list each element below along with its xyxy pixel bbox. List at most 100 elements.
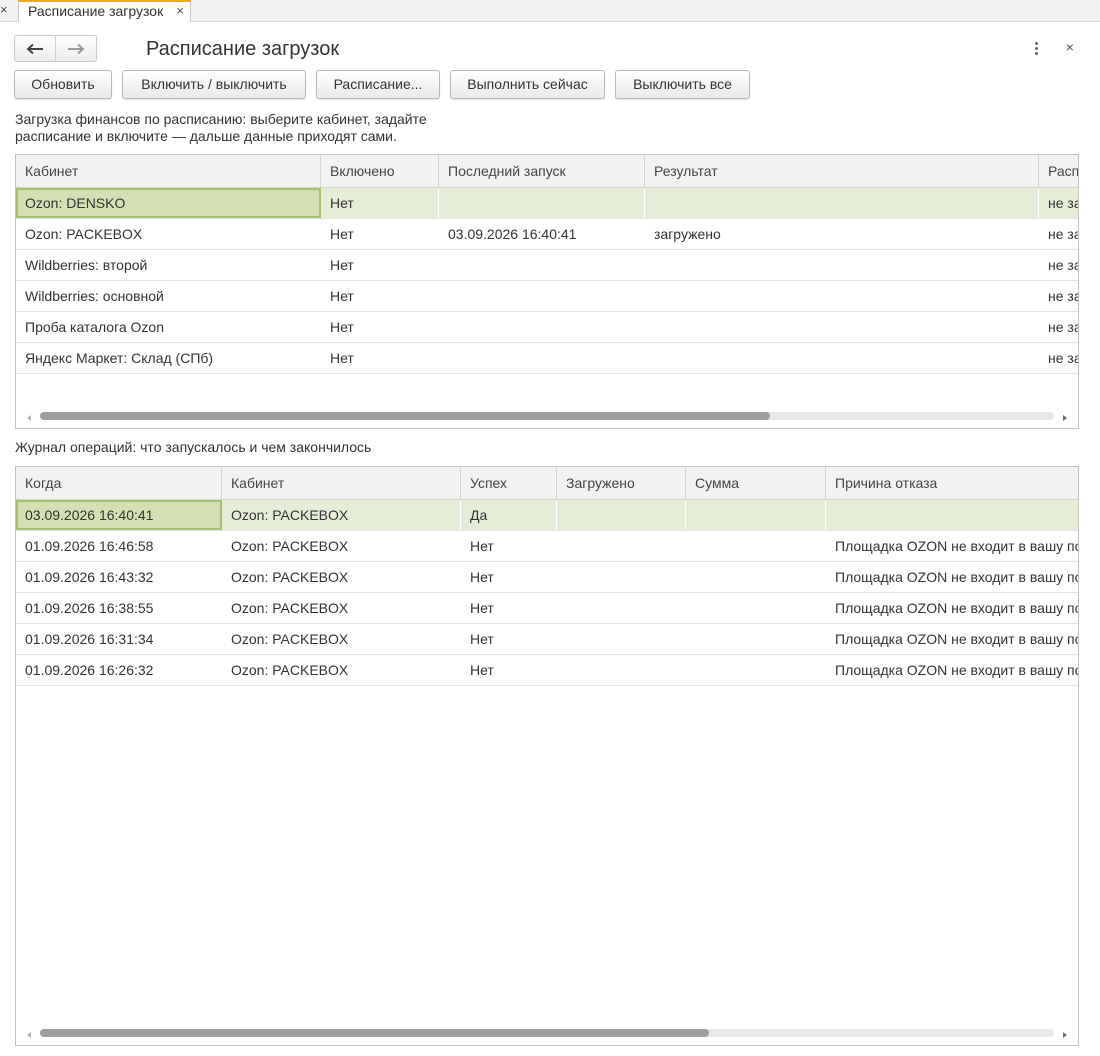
tab-close-icon[interactable]: × — [176, 2, 184, 20]
more-vertical-icon[interactable] — [1030, 38, 1042, 58]
cell-when[interactable]: 01.09.2026 16:38:55 — [16, 593, 222, 623]
cell-enabled[interactable]: Нет — [321, 312, 439, 342]
table-row[interactable]: Wildberries: основнойНет не задано — [16, 281, 1078, 312]
cell-cabinet[interactable]: Ozon: PACKEBOX — [222, 593, 461, 623]
cell-result[interactable] — [645, 312, 1039, 342]
cell-failure-reason[interactable]: Площадка OZON не входит в вашу подписку — [826, 593, 1078, 623]
column-header-enabled[interactable]: Включено — [321, 155, 439, 187]
cell-amount[interactable] — [686, 655, 826, 685]
cell-enabled[interactable]: Нет — [321, 281, 439, 311]
scrollbar-track[interactable] — [40, 1029, 1054, 1037]
cell-failure-reason[interactable]: Площадка OZON не входит в вашу подписку — [826, 655, 1078, 685]
table-row[interactable]: Wildberries: второйНет не задано — [16, 250, 1078, 281]
close-icon[interactable]: × — [0, 0, 10, 21]
schedule-button[interactable]: Расписание... — [316, 70, 440, 99]
cell-success[interactable]: Нет — [461, 655, 557, 685]
column-header-cabinet[interactable]: Кабинет — [16, 155, 321, 187]
cell-failure-reason[interactable]: Площадка OZON не входит в вашу подписку — [826, 562, 1078, 592]
cell-result[interactable] — [645, 250, 1039, 280]
cell-when[interactable]: 01.09.2026 16:26:32 — [16, 655, 222, 685]
cell-result[interactable] — [645, 343, 1039, 373]
refresh-button[interactable]: Обновить — [14, 70, 112, 99]
cell-cabinet[interactable]: Wildberries: основной — [16, 281, 321, 311]
cell-cabinet[interactable]: Ozon: PACKEBOX — [222, 531, 461, 561]
scroll-left-icon[interactable] — [27, 1032, 31, 1038]
disable-all-button[interactable]: Выключить все — [615, 70, 750, 99]
cell-cabinet[interactable]: Ozon: PACKEBOX — [222, 562, 461, 592]
cell-when[interactable]: 01.09.2026 16:46:58 — [16, 531, 222, 561]
cell-amount[interactable] — [686, 593, 826, 623]
column-header-last-run[interactable]: Последний запуск — [439, 155, 645, 187]
cell-schedule[interactable]: не задано — [1039, 250, 1078, 280]
table-row[interactable]: Ozon: DENSKOНет не задано — [16, 188, 1078, 219]
cell-schedule[interactable]: не задано — [1039, 281, 1078, 311]
column-header-schedule[interactable]: Расписание — [1039, 155, 1078, 187]
cell-result[interactable] — [645, 188, 1039, 218]
cell-amount[interactable] — [686, 562, 826, 592]
cell-enabled[interactable]: Нет — [321, 219, 439, 249]
toggle-button[interactable]: Включить / выключить — [122, 70, 306, 99]
cell-enabled[interactable]: Нет — [321, 188, 439, 218]
cell-failure-reason[interactable] — [826, 500, 1078, 530]
cell-last-run[interactable] — [439, 250, 645, 280]
cell-success[interactable]: Да — [461, 500, 557, 530]
back-button[interactable] — [15, 36, 55, 61]
column-header-failure-reason[interactable]: Причина отказа — [826, 467, 1078, 499]
table-row[interactable]: 01.09.2026 16:43:32 Ozon: PACKEBOX Нет Площ… — [16, 562, 1078, 593]
table-row[interactable]: 03.09.2026 16:40:41 Ozon: PACKEBOX Да — [16, 500, 1078, 531]
cell-result[interactable]: загружено — [645, 219, 1039, 249]
cell-cabinet[interactable]: Ozon: PACKEBOX — [16, 219, 321, 249]
cell-when[interactable]: 03.09.2026 16:40:41 — [16, 500, 222, 530]
column-header-success[interactable]: Успех — [461, 467, 557, 499]
cell-cabinet[interactable]: Ozon: PACKEBOX — [222, 624, 461, 654]
cell-last-run[interactable]: 03.09.2026 16:40:41 — [439, 219, 645, 249]
scrollbar-thumb[interactable] — [40, 412, 771, 420]
cell-last-run[interactable] — [439, 188, 645, 218]
horizontal-scrollbar[interactable] — [16, 1027, 1078, 1045]
column-header-loaded[interactable]: Загружено — [557, 467, 686, 499]
table-row[interactable]: Проба каталога OzonНет не задано — [16, 312, 1078, 343]
table-row[interactable]: Ozon: PACKEBOX Нет 03.09.2026 16:40:41 загр… — [16, 219, 1078, 250]
cell-failure-reason[interactable]: Площадка OZON не входит в вашу подписку — [826, 531, 1078, 561]
cell-success[interactable]: Нет — [461, 562, 557, 592]
cell-schedule[interactable]: не задано — [1039, 188, 1078, 218]
table-row[interactable]: Яндекс Маркет: Склад (СПб)Нет не задано — [16, 343, 1078, 374]
cell-loaded[interactable] — [557, 624, 686, 654]
cell-loaded[interactable] — [557, 531, 686, 561]
scrollbar-track[interactable] — [40, 412, 1054, 420]
cell-last-run[interactable] — [439, 281, 645, 311]
tab-schedule[interactable]: Расписание загрузок × — [18, 0, 191, 22]
scrollbar-thumb[interactable] — [40, 1029, 710, 1037]
forward-button[interactable] — [55, 36, 96, 61]
table-row[interactable]: 01.09.2026 16:31:34 Ozon: PACKEBOX Нет Площ… — [16, 624, 1078, 655]
scroll-left-icon[interactable] — [27, 415, 31, 421]
cell-cabinet[interactable]: Проба каталога Ozon — [16, 312, 321, 342]
cell-cabinet[interactable]: Яндекс Маркет: Склад (СПб) — [16, 343, 321, 373]
cell-cabinet[interactable]: Ozon: PACKEBOX — [222, 500, 461, 530]
cell-schedule[interactable]: не задано — [1039, 219, 1078, 249]
cell-amount[interactable] — [686, 624, 826, 654]
cell-result[interactable] — [645, 281, 1039, 311]
cell-cabinet[interactable]: Ozon: PACKEBOX — [222, 655, 461, 685]
cell-loaded[interactable] — [557, 500, 686, 530]
column-header-when[interactable]: Когда — [16, 467, 222, 499]
column-header-result[interactable]: Результат — [645, 155, 1039, 187]
cell-cabinet[interactable]: Ozon: DENSKO — [16, 188, 321, 218]
table-row[interactable]: 01.09.2026 16:46:58 Ozon: PACKEBOX Нет Площ… — [16, 531, 1078, 562]
cell-schedule[interactable]: не задано — [1039, 312, 1078, 342]
column-header-cabinet[interactable]: Кабинет — [222, 467, 461, 499]
cabinets-table[interactable]: Кабинет Включено Последний запуск Резуль… — [15, 154, 1079, 429]
cell-loaded[interactable] — [557, 562, 686, 592]
cell-enabled[interactable]: Нет — [321, 343, 439, 373]
cell-when[interactable]: 01.09.2026 16:43:32 — [16, 562, 222, 592]
table-row[interactable]: 01.09.2026 16:26:32 Ozon: PACKEBOX Нет Площ… — [16, 655, 1078, 686]
cell-when[interactable]: 01.09.2026 16:31:34 — [16, 624, 222, 654]
cell-loaded[interactable] — [557, 655, 686, 685]
horizontal-scrollbar[interactable] — [16, 410, 1078, 428]
close-icon[interactable]: × — [1062, 38, 1078, 56]
cell-loaded[interactable] — [557, 593, 686, 623]
cell-success[interactable]: Нет — [461, 531, 557, 561]
cell-cabinet[interactable]: Wildberries: второй — [16, 250, 321, 280]
run-now-button[interactable]: Выполнить сейчас — [450, 70, 605, 99]
cell-schedule[interactable]: не задано — [1039, 343, 1078, 373]
